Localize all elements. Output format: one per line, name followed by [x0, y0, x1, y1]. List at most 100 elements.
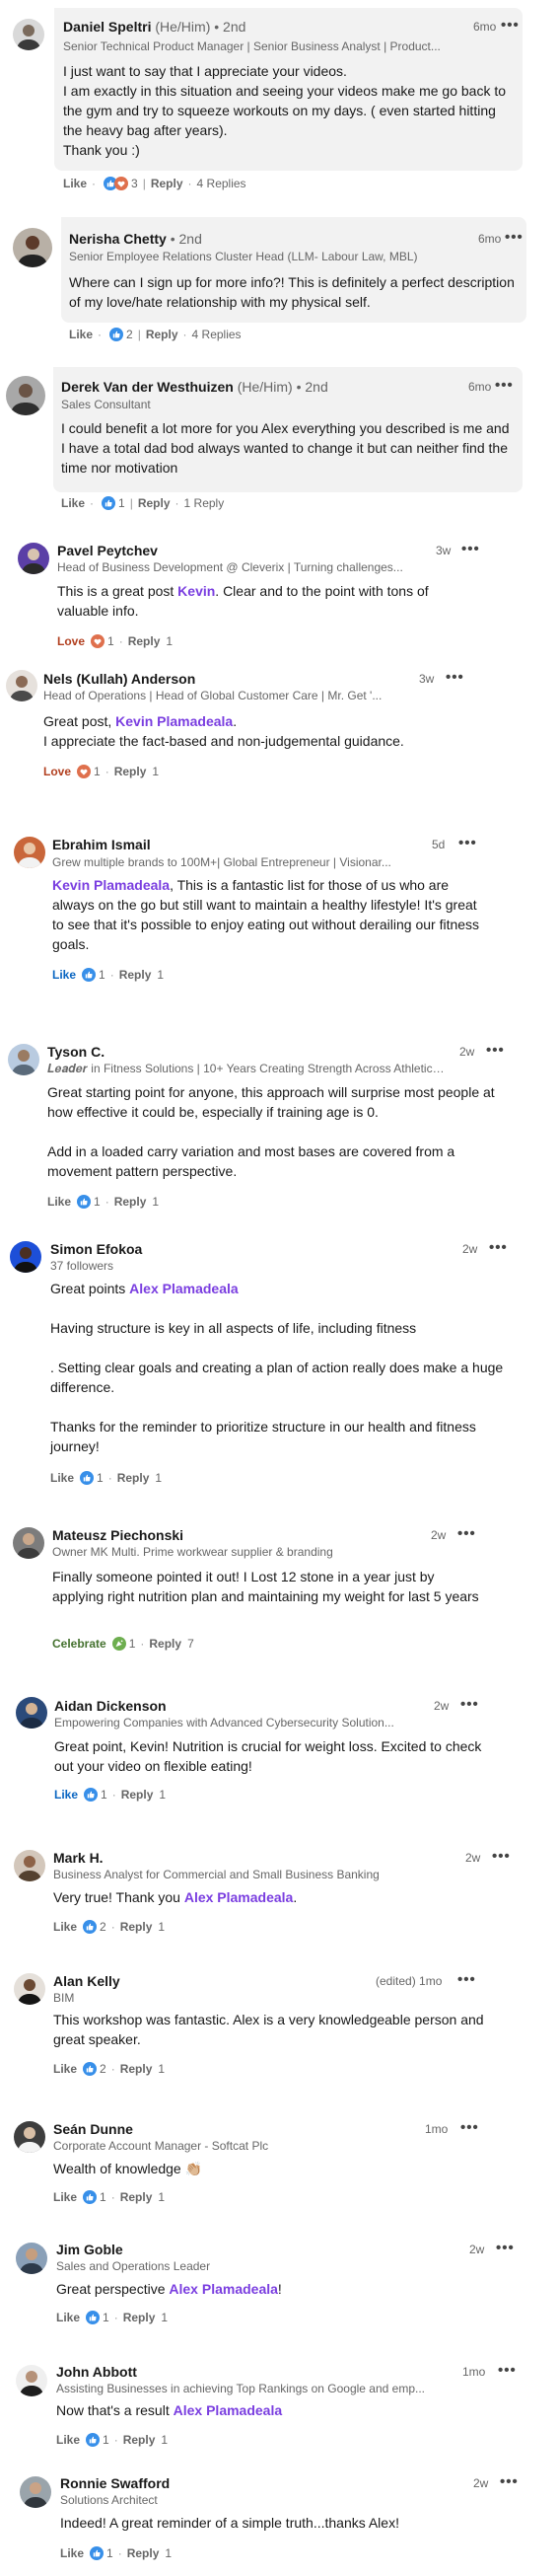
reply-button[interactable]: Reply: [114, 763, 147, 780]
avatar[interactable]: [13, 1527, 44, 1559]
reaction-count[interactable]: 1: [94, 1193, 101, 1211]
like-icon[interactable]: [109, 328, 123, 341]
reaction-count[interactable]: 3: [131, 175, 138, 192]
like-icon[interactable]: [77, 1195, 91, 1209]
love-icon[interactable]: [77, 765, 91, 778]
author-name[interactable]: Alan Kelly: [53, 1973, 120, 1989]
like-icon[interactable]: [86, 2311, 100, 2324]
like-icon[interactable]: [90, 2546, 104, 2560]
like-button[interactable]: Like: [53, 1918, 77, 1936]
reaction-count[interactable]: 1: [107, 632, 114, 650]
replies-count[interactable]: 1: [158, 1918, 165, 1936]
like-button[interactable]: Like: [69, 326, 93, 343]
reply-button[interactable]: Reply: [138, 494, 171, 512]
reply-button[interactable]: Reply: [123, 2431, 156, 2449]
like-button[interactable]: Like: [56, 2309, 80, 2326]
like-icon[interactable]: [102, 496, 115, 510]
reaction-count[interactable]: 1: [97, 1469, 104, 1487]
mention-link[interactable]: Alex Plamadeala: [129, 1281, 239, 1296]
author-name[interactable]: Jim Goble: [56, 2242, 123, 2257]
author-name[interactable]: Nerisha Chetty: [69, 231, 167, 247]
avatar[interactable]: [20, 2476, 51, 2508]
celebrate-reaction-button[interactable]: Celebrate: [52, 1635, 106, 1653]
avatar[interactable]: [10, 1241, 41, 1273]
author-name[interactable]: Ebrahim Ismail: [52, 837, 151, 852]
replies-count[interactable]: 1: [155, 1469, 162, 1487]
avatar[interactable]: [13, 19, 44, 50]
like-button[interactable]: Like: [61, 494, 85, 512]
like-button[interactable]: Like: [47, 1193, 71, 1211]
love-icon[interactable]: [91, 634, 105, 648]
reaction-count[interactable]: 1: [129, 1635, 136, 1653]
reaction-count[interactable]: 1: [101, 1786, 107, 1803]
reaction-count[interactable]: 1: [106, 2544, 113, 2562]
reaction-count[interactable]: 1: [103, 2431, 109, 2449]
avatar[interactable]: [13, 228, 52, 267]
like-button[interactable]: Like: [54, 1786, 78, 1803]
mention-link[interactable]: Kevin: [177, 583, 215, 599]
replies-count[interactable]: 1: [166, 632, 173, 650]
avatar[interactable]: [14, 1973, 45, 2005]
reaction-count[interactable]: 2: [100, 1918, 106, 1936]
reply-button[interactable]: Reply: [120, 2188, 153, 2206]
replies-count[interactable]: 4 Replies: [192, 326, 242, 343]
reply-button[interactable]: Reply: [121, 1786, 154, 1803]
replies-count[interactable]: 7: [187, 1635, 194, 1653]
reply-button[interactable]: Reply: [120, 2060, 153, 2078]
more-options-icon[interactable]: •••: [460, 2120, 479, 2135]
love-icon[interactable]: [114, 177, 128, 190]
author-name[interactable]: Simon Efokoa: [50, 1241, 142, 1257]
like-icon[interactable]: [84, 1788, 98, 1802]
like-icon[interactable]: [83, 2062, 97, 2076]
mention-link[interactable]: Kevin Plamadeala: [52, 877, 170, 893]
replies-count[interactable]: 1: [152, 1193, 159, 1211]
author-name[interactable]: Daniel Speltri: [63, 19, 151, 35]
avatar[interactable]: [14, 2121, 45, 2153]
like-button[interactable]: Like: [56, 2431, 80, 2449]
replies-count[interactable]: 1: [157, 966, 164, 984]
avatar[interactable]: [14, 837, 45, 868]
more-options-icon[interactable]: •••: [461, 542, 480, 556]
more-options-icon[interactable]: •••: [457, 1526, 476, 1541]
reply-button[interactable]: Reply: [120, 1918, 153, 1936]
like-button[interactable]: Like: [53, 2188, 77, 2206]
replies-count[interactable]: 1: [158, 2060, 165, 2078]
like-button[interactable]: Like: [60, 2544, 84, 2562]
like-icon[interactable]: [82, 968, 96, 982]
reaction-count[interactable]: 1: [103, 2309, 109, 2326]
reaction-count[interactable]: 2: [126, 326, 133, 343]
more-options-icon[interactable]: •••: [457, 1972, 476, 1987]
author-name[interactable]: Tyson C.: [47, 1044, 105, 1060]
reaction-count[interactable]: 2: [100, 2060, 106, 2078]
author-name[interactable]: John Abbott: [56, 2364, 137, 2380]
like-icon[interactable]: [83, 2190, 97, 2204]
reply-button[interactable]: Reply: [123, 2309, 156, 2326]
reply-button[interactable]: Reply: [114, 1193, 147, 1211]
more-options-icon[interactable]: •••: [495, 378, 514, 393]
more-options-icon[interactable]: •••: [458, 836, 477, 850]
reply-button[interactable]: Reply: [151, 175, 183, 192]
reply-button[interactable]: Reply: [117, 1469, 150, 1487]
author-name[interactable]: Mark H.: [53, 1850, 104, 1866]
author-name[interactable]: Aidan Dickenson: [54, 1698, 167, 1714]
more-options-icon[interactable]: •••: [496, 2241, 515, 2255]
reply-button[interactable]: Reply: [149, 1635, 181, 1653]
reaction-count[interactable]: 1: [99, 966, 105, 984]
reply-button[interactable]: Reply: [127, 2544, 160, 2562]
replies-count[interactable]: 1: [159, 1786, 166, 1803]
more-options-icon[interactable]: •••: [489, 1240, 508, 1255]
like-icon[interactable]: [80, 1471, 94, 1485]
like-button[interactable]: Like: [50, 1469, 74, 1487]
reaction-count[interactable]: 1: [94, 763, 101, 780]
like-icon[interactable]: [86, 2433, 100, 2447]
author-name[interactable]: Pavel Peytchev: [57, 543, 158, 558]
more-options-icon[interactable]: •••: [446, 670, 464, 685]
avatar[interactable]: [18, 543, 49, 574]
reaction-count[interactable]: 1: [118, 494, 125, 512]
avatar[interactable]: [14, 1850, 45, 1881]
mention-link[interactable]: Alex Plamadeala: [169, 2281, 278, 2297]
replies-count[interactable]: 4 Replies: [197, 175, 246, 192]
mention-link[interactable]: Kevin Plamadeala: [115, 713, 233, 729]
reply-button[interactable]: Reply: [146, 326, 178, 343]
more-options-icon[interactable]: •••: [498, 2363, 517, 2378]
